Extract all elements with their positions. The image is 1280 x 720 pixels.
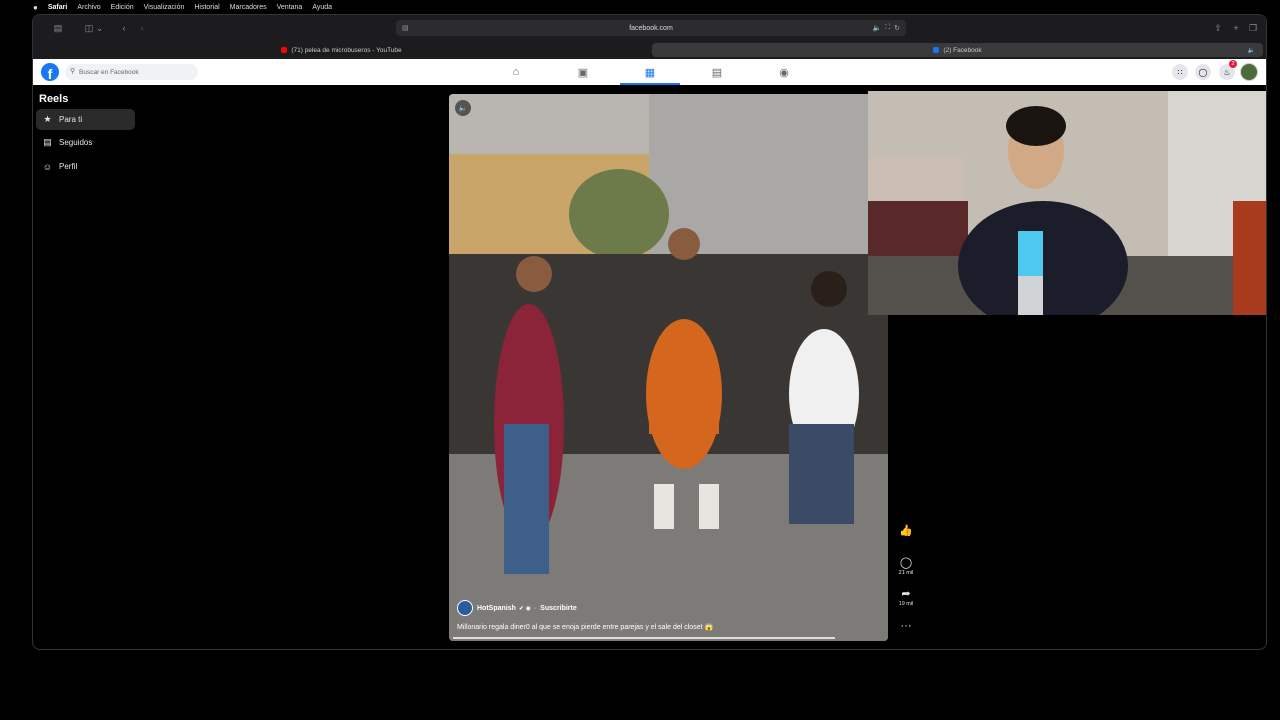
- tab-label: (71) pelea de microbuseros - YouTube: [291, 46, 402, 54]
- sidebar-item-perfil[interactable]: ☺ Perfil: [36, 156, 135, 177]
- reel-video[interactable]: 🔈 HotSpanish ✔ ◉ · Suscribirte Millonari…: [449, 94, 888, 641]
- menu-safari[interactable]: Safari: [48, 4, 67, 11]
- menu-archivo[interactable]: Archivo: [77, 4, 100, 11]
- menu-ventana[interactable]: Ventana: [277, 4, 303, 11]
- search-icon: ⚲: [70, 68, 76, 75]
- comment-button[interactable]: ◯ 21 mil: [891, 556, 921, 576]
- video-progress-bar[interactable]: [453, 637, 835, 639]
- following-icon: ▤: [43, 137, 52, 147]
- video-frame: [449, 94, 888, 641]
- share-arrow-icon: ➦: [901, 588, 911, 600]
- menu-historial[interactable]: Historial: [194, 4, 219, 11]
- tab-facebook[interactable]: (2) Facebook 🔈: [652, 43, 1263, 57]
- apple-icon[interactable]: ●: [33, 3, 38, 12]
- youtube-favicon-icon: [281, 47, 288, 53]
- macos-menu-bar: ● Safari Archivo Edición Visualización H…: [0, 0, 1280, 14]
- messenger-icon[interactable]: ◯: [1195, 64, 1211, 80]
- menu-edicion[interactable]: Edición: [111, 4, 134, 11]
- separator-dot: ·: [533, 604, 537, 612]
- back-icon[interactable]: ‹: [117, 21, 131, 35]
- menu-grid-icon[interactable]: ∷: [1172, 64, 1188, 80]
- facebook-header: f ⚲ Buscar en Facebook ⌂ ▣ ▦ ▤ ◉ ∷ ◯ ♨ 2: [33, 59, 1266, 85]
- menu-visualizacion[interactable]: Visualización: [144, 4, 185, 11]
- reels-icon[interactable]: ▦: [643, 65, 657, 79]
- facebook-logo-icon[interactable]: f: [41, 63, 59, 81]
- tab-audio-icon[interactable]: 🔈: [1248, 47, 1255, 54]
- volume-icon[interactable]: 🔈: [455, 100, 471, 116]
- url-text: facebook.com: [629, 24, 673, 32]
- account-avatar[interactable]: [1240, 63, 1258, 81]
- author-name[interactable]: HotSpanish: [477, 605, 516, 612]
- sidebar-item-para-ti[interactable]: ★ Para ti: [36, 109, 135, 130]
- gaming-icon[interactable]: ◉: [777, 65, 791, 79]
- forward-icon[interactable]: ›: [135, 21, 149, 35]
- menu-marcadores[interactable]: Marcadores: [230, 4, 267, 11]
- subscribe-button[interactable]: Suscribirte: [540, 605, 577, 612]
- reel-caption: Millonario regala diner0 al que se enoja…: [457, 624, 714, 631]
- browser-toolbar: ▤ ◫ ⌄ ‹ › ▤ facebook.com 🔈 ⛶ ↻ ⇧ + ❐: [33, 15, 1266, 41]
- facebook-favicon-icon: [933, 47, 940, 53]
- reload-icon[interactable]: ↻: [894, 24, 900, 32]
- more-icon: ···: [900, 620, 912, 632]
- sidebar-item-label: Seguidos: [59, 138, 93, 147]
- tab-overview-icon[interactable]: ▤: [51, 21, 65, 35]
- sound-icon[interactable]: 🔈: [873, 24, 882, 32]
- sidebar-item-label: Para ti: [59, 115, 83, 124]
- page-title: Reels: [39, 93, 69, 105]
- star-icon: ★: [43, 114, 52, 124]
- sidebar-item-seguidos[interactable]: ▤ Seguidos: [36, 132, 135, 153]
- webcam-frame: [868, 91, 1266, 315]
- search-placeholder: Buscar en Facebook: [79, 68, 139, 76]
- page-settings-icon[interactable]: ▤: [402, 24, 409, 32]
- address-bar[interactable]: ▤ facebook.com 🔈 ⛶ ↻: [396, 20, 906, 36]
- like-icon: 👍: [899, 525, 913, 537]
- comment-count: 21 mil: [898, 570, 914, 576]
- webcam-overlay: [868, 91, 1266, 315]
- active-tab-indicator: [620, 83, 680, 85]
- share-button[interactable]: ➦ 19 mil: [891, 587, 921, 607]
- more-options-button[interactable]: ···: [891, 620, 921, 632]
- comment-icon: ◯: [899, 557, 913, 569]
- profile-icon: ☺: [42, 161, 53, 172]
- home-icon[interactable]: ⌂: [509, 65, 523, 79]
- tab-youtube[interactable]: (71) pelea de microbuseros - YouTube: [33, 43, 650, 57]
- menu-ayuda[interactable]: Ayuda: [312, 4, 332, 11]
- like-button[interactable]: 👍: [891, 524, 921, 537]
- video-icon[interactable]: ▣: [576, 65, 590, 79]
- sidebar-item-label: Perfil: [59, 162, 78, 171]
- tab-strip: (71) pelea de microbuseros - YouTube (2)…: [33, 41, 1266, 59]
- share-count: 19 mil: [898, 601, 914, 607]
- author-avatar[interactable]: [457, 600, 473, 616]
- reel-author: HotSpanish ✔ ◉ · Suscribirte: [457, 600, 577, 616]
- search-input[interactable]: ⚲ Buscar en Facebook: [65, 64, 198, 80]
- verified-icon: ✔ ◉: [518, 605, 531, 612]
- marketplace-icon[interactable]: ▤: [710, 65, 724, 79]
- translate-icon[interactable]: ⛶: [885, 24, 890, 32]
- new-tab-icon[interactable]: +: [1230, 21, 1242, 35]
- notification-badge: 2: [1229, 60, 1237, 68]
- tabs-icon[interactable]: ❐: [1247, 21, 1259, 35]
- tab-label: (2) Facebook: [943, 46, 982, 54]
- share-icon[interactable]: ⇧: [1212, 21, 1224, 35]
- sidebar-toggle-icon[interactable]: ◫ ⌄: [83, 21, 105, 35]
